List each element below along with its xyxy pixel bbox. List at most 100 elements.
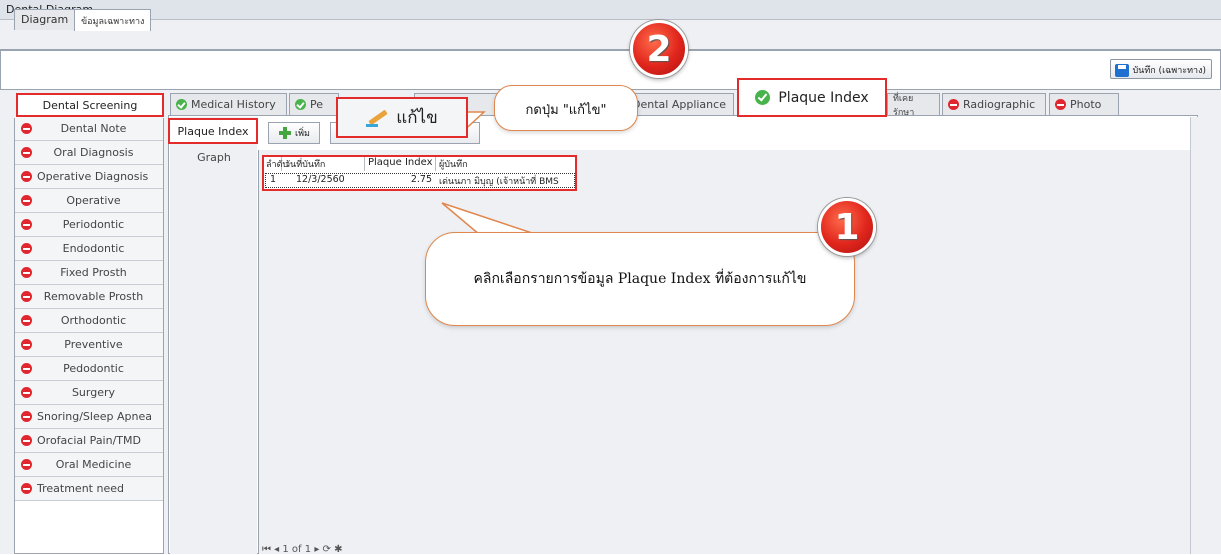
callout-step1-text: คลิกเลือกรายการข้อมูล Plaque Index ที่ต้… bbox=[473, 271, 807, 287]
error-icon bbox=[21, 435, 32, 446]
error-icon bbox=[21, 411, 32, 422]
grid-pager[interactable]: ⏮ ◂ 1 of 1 ▸ ⟳ ✱ bbox=[262, 544, 342, 555]
item-label: Oral Diagnosis bbox=[53, 146, 134, 159]
item-label: Dental Note bbox=[60, 122, 127, 135]
sub-tab-strip bbox=[170, 117, 257, 554]
item-label: Preventive bbox=[64, 338, 123, 351]
pencil-icon bbox=[366, 108, 390, 128]
item-label: Pedodontic bbox=[63, 362, 124, 375]
item-label: Oral Medicine bbox=[55, 458, 132, 471]
tab-label: Medical History bbox=[191, 98, 276, 111]
column-header-recorder[interactable]: ผู้บันทึก bbox=[437, 157, 575, 171]
error-icon bbox=[21, 459, 32, 470]
error-icon bbox=[21, 387, 32, 398]
error-icon bbox=[21, 483, 32, 494]
tab-pe[interactable]: Pe bbox=[289, 93, 339, 115]
error-icon bbox=[948, 99, 959, 110]
subtab-plaque-index[interactable]: Plaque Index bbox=[168, 118, 258, 144]
first-page-icon[interactable]: ⏮ ◂ bbox=[262, 544, 279, 555]
column-header-no[interactable]: ลำดับ bbox=[264, 157, 288, 171]
screening-item-surgery[interactable]: Surgery bbox=[15, 381, 163, 405]
cell-date: 12/3/2560 bbox=[296, 174, 345, 185]
tab-medical-history[interactable]: Medical History bbox=[170, 93, 287, 115]
check-icon bbox=[295, 99, 306, 110]
item-label: Removable Prosth bbox=[43, 290, 144, 303]
error-icon bbox=[21, 339, 32, 350]
screening-item-orthodontic[interactable]: Orthodontic bbox=[15, 309, 163, 333]
item-label: Surgery bbox=[71, 386, 116, 399]
edit-button-label: แก้ไข bbox=[396, 108, 438, 128]
tab-dental-appliance[interactable]: Dental Appliance bbox=[624, 93, 734, 115]
tab-photo[interactable]: Photo bbox=[1049, 93, 1119, 115]
add-button[interactable]: เพิ่ม bbox=[268, 122, 320, 144]
screening-item-oral-medicine[interactable]: Oral Medicine bbox=[15, 453, 163, 477]
item-label: Treatment need bbox=[37, 482, 124, 495]
tab-label: Plaque Index bbox=[778, 89, 869, 106]
screening-item-operative-diagnosis[interactable]: Operative Diagnosis bbox=[15, 165, 163, 189]
screening-item-treatment-need[interactable]: Treatment need bbox=[15, 477, 163, 501]
cell-plaque-index: 2.75 bbox=[410, 174, 432, 185]
plus-icon bbox=[279, 127, 291, 139]
screening-item-oral-diagnosis[interactable]: Oral Diagnosis bbox=[15, 141, 163, 165]
save-button[interactable]: บันทึก (เฉพาะทาง) bbox=[1110, 59, 1212, 79]
screening-item-endodontic[interactable]: Endodontic bbox=[15, 237, 163, 261]
tab-label: Pe bbox=[310, 98, 324, 111]
vertical-scrollbar[interactable] bbox=[1190, 117, 1198, 554]
item-label: Operative bbox=[66, 194, 121, 207]
screening-item-pedodontic[interactable]: Pedodontic bbox=[15, 357, 163, 381]
item-label: Fixed Prosth bbox=[60, 266, 127, 279]
save-button-label: บันทึก (เฉพาะทาง) bbox=[1132, 66, 1206, 76]
error-icon bbox=[21, 123, 32, 134]
tab-plaque-index[interactable]: Plaque Index bbox=[737, 78, 887, 117]
callout1-join bbox=[460, 239, 560, 243]
step1-badge: 1 bbox=[818, 198, 876, 256]
error-icon bbox=[21, 147, 32, 158]
callout-step2-text: กดปุ่ม "แก้ไข" bbox=[525, 103, 607, 118]
window-title: Dental Diagram bbox=[0, 0, 1221, 20]
save-icon bbox=[1115, 63, 1130, 77]
edit-button[interactable]: แก้ไข bbox=[336, 97, 468, 138]
item-label: Endodontic bbox=[62, 242, 125, 255]
add-button-label: เพิ่ม bbox=[295, 129, 310, 139]
tab-diagram[interactable]: Diagram bbox=[14, 9, 76, 30]
column-header-date[interactable]: วันที่บันทึก bbox=[283, 157, 365, 171]
next-page-icon[interactable]: ▸ ⟳ ✱ bbox=[314, 544, 342, 555]
subtab-graph[interactable]: Graph bbox=[172, 148, 256, 166]
item-label: Periodontic bbox=[62, 218, 125, 231]
item-label: Orthodontic bbox=[60, 314, 127, 327]
error-icon bbox=[21, 315, 32, 326]
error-icon bbox=[21, 219, 32, 230]
item-label: Orofacial Pain/TMD bbox=[37, 434, 141, 447]
top-tab-bar bbox=[0, 20, 1221, 50]
error-icon bbox=[21, 291, 32, 302]
data-grid bbox=[258, 150, 1190, 554]
tab-label: Radiographic bbox=[963, 98, 1036, 111]
item-label: Snoring/Sleep Apnea bbox=[37, 410, 152, 423]
error-icon bbox=[21, 243, 32, 254]
screening-item-removable-prosth[interactable]: Removable Prosth bbox=[15, 285, 163, 309]
cell-recorder: เด่นนภา มิบุญ (เจ้าหน้าที่ BMS bbox=[439, 177, 559, 187]
check-icon bbox=[176, 99, 187, 110]
tab-treated-before[interactable]: ที่เคยรักษา bbox=[887, 93, 940, 118]
pager-text: 1 of 1 bbox=[282, 544, 312, 555]
tab-specialty-data[interactable]: ข้อมูลเฉพาะทาง bbox=[74, 9, 152, 31]
error-icon bbox=[21, 171, 32, 182]
error-icon bbox=[1055, 99, 1066, 110]
column-header-plaque-index[interactable]: Plaque Index bbox=[366, 157, 436, 171]
item-label: Operative Diagnosis bbox=[37, 170, 149, 183]
error-icon bbox=[21, 195, 32, 206]
error-icon bbox=[21, 267, 32, 278]
screening-item-snoring-sleep-apnea[interactable]: Snoring/Sleep Apnea bbox=[15, 405, 163, 429]
screening-item-operative[interactable]: Operative bbox=[15, 189, 163, 213]
main-toolbar bbox=[0, 50, 1221, 90]
tab-radiographic[interactable]: Radiographic bbox=[942, 93, 1046, 115]
screening-item-preventive[interactable]: Preventive bbox=[15, 333, 163, 357]
screening-item-orofacial-pain[interactable]: Orofacial Pain/TMD bbox=[15, 429, 163, 453]
step2-badge: 2 bbox=[630, 20, 688, 78]
dental-screening-button[interactable]: Dental Screening bbox=[16, 93, 164, 117]
screening-item-dental-note[interactable]: Dental Note bbox=[15, 117, 163, 141]
tab-label: Photo bbox=[1070, 98, 1102, 111]
screening-item-fixed-prosth[interactable]: Fixed Prosth bbox=[15, 261, 163, 285]
cell-no: 1 bbox=[270, 174, 277, 185]
screening-item-periodontic[interactable]: Periodontic bbox=[15, 213, 163, 237]
